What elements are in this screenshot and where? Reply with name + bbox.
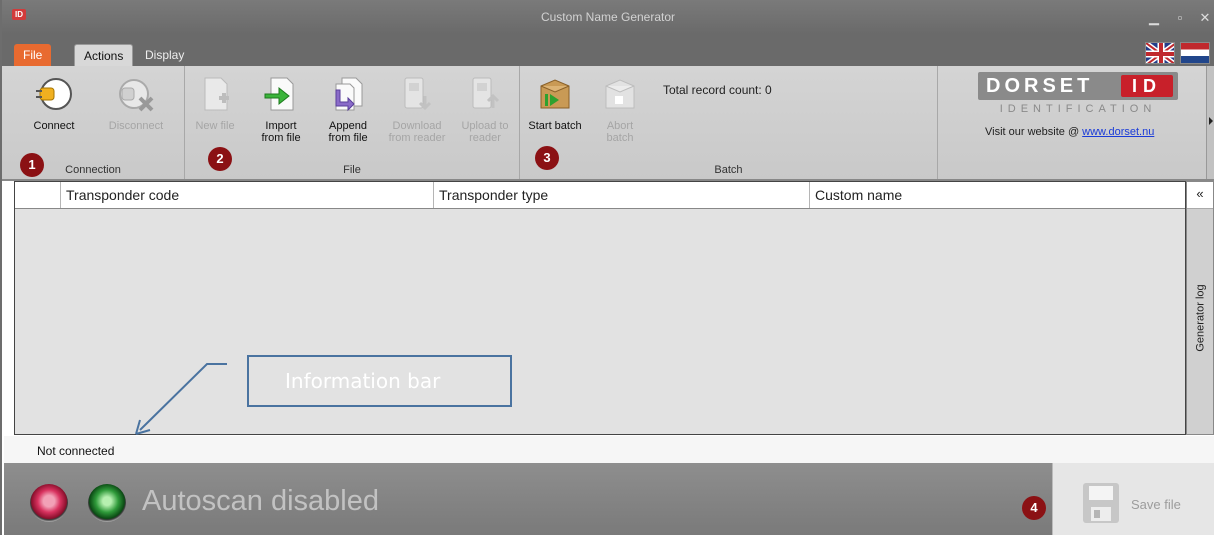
plug-connect-icon [36,78,72,110]
close-icon[interactable]: ✕ [1195,10,1214,26]
information-bar-callout: Information bar [247,355,512,407]
floppy-disk-icon [1083,483,1119,523]
ribbon-tabs: File Actions Display [2,34,1214,67]
website-text: Visit our website @ www.dorset.nu [985,126,1155,138]
table-header: Transponder code Transponder type Custom… [15,182,1185,209]
uk-flag-icon[interactable] [1145,42,1175,64]
tab-actions[interactable]: Actions [74,44,134,67]
logo-subtitle: IDENTIFICATION [999,103,1157,115]
ribbon-scroll-button[interactable] [1206,66,1214,179]
window-title: Custom Name Generator [540,10,676,24]
upload-to-reader-button[interactable]: Upload to reader [455,74,515,144]
download-from-reader-button[interactable]: Download from reader [387,74,447,144]
batch-group-label: Batch [714,164,743,176]
logo-id: ID [1121,75,1173,97]
annotation-badge-3: 3 [535,146,559,170]
dorset-logo: DORSET ID IDENTIFICATION [978,72,1178,115]
generator-log-label[interactable]: Generator log [1195,284,1207,351]
column-transponder-type[interactable]: Transponder type [433,182,809,208]
maximize-icon[interactable]: ▫ [1170,10,1190,25]
callout-arrow-icon [135,363,227,435]
column-custom-name[interactable]: Custom name [809,182,1185,208]
chevron-right-icon [1209,117,1213,125]
plug-disconnect-icon [119,79,154,112]
import-from-file-button[interactable]: Import from file [251,74,311,144]
green-led-icon[interactable] [88,484,126,522]
column-transponder-code[interactable]: Transponder code [60,182,433,208]
logo-name: DORSET [986,75,1094,97]
app-window: ID Custom Name Generator ▁ ▫ ✕ File Acti… [0,0,1214,535]
disconnect-button[interactable]: Disconnect [106,74,166,132]
annotation-badge-2: 2 [208,147,232,171]
save-file-button[interactable]: Save file [1052,463,1214,535]
total-record-count: Total record count: 0 [663,83,772,97]
start-batch-button[interactable]: Start batch [525,74,585,132]
collapse-panel-icon[interactable]: « [1187,182,1213,209]
download-reader-icon [404,77,432,111]
red-led-icon[interactable] [30,484,68,522]
append-from-file-button[interactable]: Append from file [318,74,378,144]
information-bar: Not connected [4,436,1214,464]
import-file-icon [264,77,294,111]
abort-batch-box-icon [605,79,635,109]
title-bar: ID Custom Name Generator ▁ ▫ ✕ [2,0,1214,34]
abort-batch-button[interactable]: Abort batch [590,74,650,144]
minimize-icon[interactable]: ▁ [1144,10,1164,26]
tab-display[interactable]: Display [136,44,193,66]
website-link[interactable]: www.dorset.nu [1082,126,1154,138]
row-selector-header[interactable] [15,182,60,208]
save-file-label: Save file [1131,497,1181,512]
file-group-label: File [343,164,361,176]
connection-status-text: Not connected [37,444,115,458]
annotation-badge-4: 4 [1022,496,1046,520]
tab-file[interactable]: File [14,44,52,66]
start-batch-box-icon [540,79,570,109]
file-group: New file Import from file Append from file [185,66,520,179]
generator-log-panel[interactable]: « Generator log [1186,181,1214,435]
append-file-icon [335,77,363,112]
new-file-button[interactable]: New file [185,74,245,132]
annotation-badge-1: 1 [20,153,44,177]
connect-button[interactable]: Connect [24,74,84,132]
upload-reader-icon [472,77,500,109]
nl-flag-icon[interactable] [1180,42,1210,64]
autoscan-status: Autoscan disabled [142,485,379,517]
new-file-icon [204,77,229,111]
